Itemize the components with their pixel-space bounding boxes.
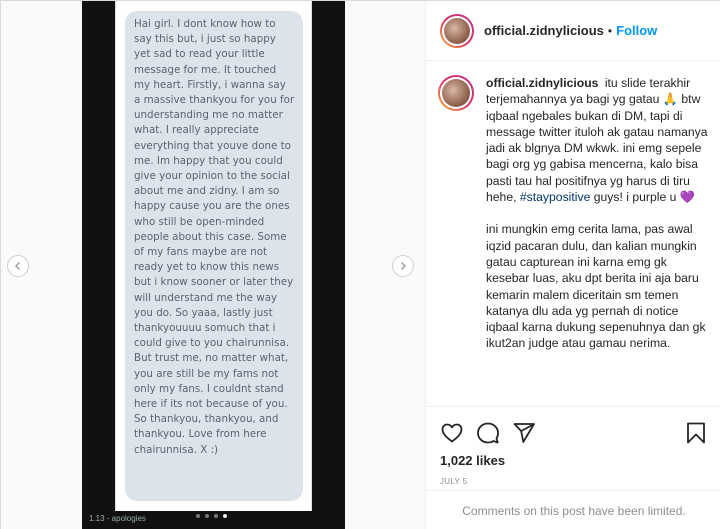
avatar[interactable] — [438, 75, 474, 111]
comment-paragraph-1: official.zidnylicious itu slide terakhir… — [486, 75, 713, 205]
chevron-right-icon — [401, 262, 406, 270]
instagram-post: Hai girl. I dont know how to say this bu… — [0, 0, 720, 529]
post-header: official.zidnylicious • Follow — [426, 1, 720, 61]
message-text: Hai girl. I dont know how to say this bu… — [134, 18, 295, 456]
share-icon[interactable] — [512, 421, 536, 445]
post-date[interactable]: JULY 5 — [440, 477, 708, 486]
likes-count[interactable]: 1,022 likes — [440, 453, 708, 468]
next-slide-button[interactable] — [392, 255, 414, 277]
comment-text-end: guys! i purple u — [593, 190, 677, 205]
heart-icon[interactable] — [440, 421, 464, 445]
comment-body: official.zidnylicious itu slide terakhir… — [486, 75, 713, 352]
hashtag-link[interactable]: #staypositive — [520, 190, 590, 204]
carousel-indicator — [196, 514, 227, 518]
avatar[interactable] — [440, 13, 474, 48]
media-caption: 1.13 - apologies — [89, 514, 146, 523]
bookmark-icon[interactable] — [684, 421, 708, 445]
message-bubble: Hai girl. I dont know how to say this bu… — [125, 11, 303, 501]
carousel-dot — [196, 514, 200, 518]
caption-comment: official.zidnylicious itu slide terakhir… — [438, 75, 713, 352]
post-media: Hai girl. I dont know how to say this bu… — [1, 1, 425, 529]
post-actions: 1,022 likes JULY 5 — [426, 406, 720, 486]
comment-paragraph-2: ini mungkin emg cerita lama, pas awal iq… — [486, 222, 706, 351]
post-sidebar: official.zidnylicious • Follow official.… — [425, 1, 720, 529]
separator-dot: • — [607, 23, 613, 38]
carousel-dot — [205, 514, 209, 518]
chevron-left-icon — [15, 262, 20, 270]
carousel-dot — [214, 514, 218, 518]
comment-icon[interactable] — [476, 421, 500, 445]
carousel-dot-active — [223, 514, 227, 518]
comments-limited-notice: Comments on this post have been limited. — [426, 490, 720, 529]
previous-slide-button[interactable] — [7, 255, 29, 277]
comment-username[interactable]: official.zidnylicious — [486, 76, 598, 90]
header-username[interactable]: official.zidnylicious — [484, 23, 604, 38]
action-bar — [440, 415, 708, 451]
purple-heart-emoji: 💜 — [679, 190, 695, 205]
screenshot-image: Hai girl. I dont know how to say this bu… — [115, 1, 312, 511]
follow-button[interactable]: Follow — [616, 23, 657, 38]
comment-text: itu slide terakhir terjemahannya ya bagi… — [486, 76, 708, 205]
